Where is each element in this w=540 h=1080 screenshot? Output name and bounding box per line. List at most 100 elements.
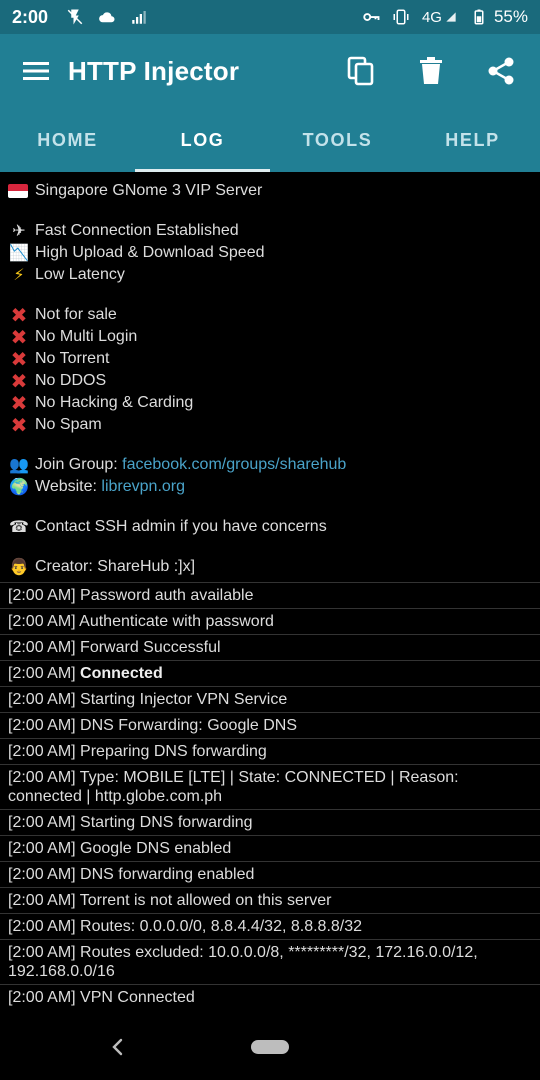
banner-server-name: Singapore GNome 3 VIP Server [35, 182, 263, 199]
banner-rule-text: No Hacking & Carding [35, 394, 194, 411]
log-time: [2:00 AM] [8, 665, 76, 682]
log-time: [2:00 AM] [8, 944, 76, 961]
battery-icon [474, 9, 484, 25]
log-entry: [2:00 AM] Google DNS enabled [0, 835, 540, 861]
banner-rule: ✖ Not for sale [8, 304, 532, 326]
battery-percent: 55% [493, 7, 528, 26]
tab-log[interactable]: LOG [135, 108, 270, 172]
log-entry: [2:00 AM] Routes: 0.0.0.0/0, 8.8.4.4/32,… [0, 913, 540, 939]
no-charging-icon [67, 9, 83, 25]
banner-rule-text: No DDOS [35, 372, 107, 389]
log-entry: [2:00 AM] Connected [0, 660, 540, 686]
network-4g-icon [446, 12, 456, 22]
system-nav-bar [0, 1017, 540, 1080]
airplane-icon: ✈ [12, 221, 26, 240]
vpn-key-icon [363, 13, 380, 21]
banner-feature-text: High Upload & Download Speed [35, 244, 265, 261]
banner-feature-text: Low Latency [35, 266, 125, 283]
website-label: Website: [35, 478, 102, 495]
log-text: DNS Forwarding: Google DNS [80, 717, 298, 734]
log-entry: [2:00 AM] Starting DNS forwarding [0, 809, 540, 835]
join-group-label: Join Group: [35, 456, 123, 473]
contact-text: Contact SSH admin if you have concerns [35, 518, 327, 535]
copy-button[interactable] [346, 56, 376, 86]
log-text: Password auth available [80, 587, 254, 604]
tab-help[interactable]: HELP [405, 108, 540, 172]
creator-text: Creator: ShareHub :]x] [35, 558, 196, 575]
log-text: VPN Connected [80, 989, 195, 1006]
menu-button[interactable] [22, 56, 52, 86]
share-button[interactable] [486, 56, 516, 86]
log-time: [2:00 AM] [8, 814, 76, 831]
cloud-icon [99, 12, 115, 23]
log-entry: [2:00 AM] Routes excluded: 10.0.0.0/8, *… [0, 939, 540, 984]
log-time: [2:00 AM] [8, 639, 76, 656]
log-time: [2:00 AM] [8, 866, 76, 883]
log-text: Starting DNS forwarding [80, 814, 253, 831]
back-icon[interactable] [106, 1035, 130, 1059]
log-text: DNS forwarding enabled [80, 866, 255, 883]
vibrate-icon [393, 9, 409, 25]
join-group-link[interactable]: facebook.com/groups/sharehub [122, 454, 346, 476]
network-type: 4G [421, 8, 442, 26]
cross-icon: ✖ [10, 369, 28, 393]
log-entry: [2:00 AM] DNS Forwarding: Google DNS [0, 712, 540, 738]
log-time: [2:00 AM] [8, 613, 76, 630]
log-time: [2:00 AM] [8, 717, 76, 734]
log-text: Google DNS enabled [80, 840, 232, 857]
log-text: Starting Injector VPN Service [80, 691, 288, 708]
cross-icon: ✖ [10, 391, 28, 415]
cross-icon: ✖ [10, 303, 28, 327]
delete-icon [420, 57, 442, 84]
log-time: [2:00 AM] [8, 769, 76, 786]
log-time: [2:00 AM] [8, 587, 76, 604]
banner-rule-text: No Torrent [35, 350, 110, 367]
copy-icon [347, 56, 374, 86]
status-time: 2:00 [12, 6, 49, 27]
log-time: [2:00 AM] [8, 840, 76, 857]
log-list: [2:00 AM] Password auth available [2:00 … [0, 582, 540, 1010]
banner-rule: ✖ No Spam [8, 414, 532, 436]
log-text: Routes: 0.0.0.0/0, 8.8.4.4/32, 8.8.8.8/3… [80, 918, 363, 935]
website-link[interactable]: librevpn.org [101, 476, 185, 498]
log-entry: [2:00 AM] Torrent is not allowed on this… [0, 887, 540, 913]
cross-icon: ✖ [10, 413, 28, 437]
log-entry: [2:00 AM] Type: MOBILE [LTE] | State: CO… [0, 764, 540, 809]
log-entry: [2:00 AM] VPN Connected [0, 984, 540, 1010]
cross-icon: ✖ [10, 325, 28, 349]
chart-icon: 📉 [9, 243, 29, 262]
tab-home[interactable]: HOME [0, 108, 135, 172]
log-text: Torrent is not allowed on this server [79, 892, 332, 909]
log-entry: [2:00 AM] Forward Successful [0, 634, 540, 660]
banner-rule: ✖ No Multi Login [8, 326, 532, 348]
banner-feature: ✈ Fast Connection Established [8, 220, 532, 242]
app-bar: HTTP Injector [0, 34, 540, 108]
log-entry: [2:00 AM] Authenticate with password [0, 608, 540, 634]
banner-rule-text: Not for sale [35, 306, 117, 323]
log-time: [2:00 AM] [8, 989, 76, 1006]
log-text: Type: MOBILE [LTE] | State: CONNECTED | … [8, 769, 459, 805]
server-banner: Singapore GNome 3 VIP Server ✈ Fast Conne… [0, 172, 540, 582]
banner-feature: ⚡ Low Latency [8, 264, 532, 286]
banner-feature: 📉 High Upload & Download Speed [8, 242, 532, 264]
app-title: HTTP Injector [68, 55, 240, 86]
log-entry: [2:00 AM] DNS forwarding enabled [0, 861, 540, 887]
log-entry: [2:00 AM] Password auth available [0, 582, 540, 608]
log-entry: [2:00 AM] Preparing DNS forwarding [0, 738, 540, 764]
delete-button[interactable] [416, 56, 446, 86]
banner-rule: ✖ No DDOS [8, 370, 532, 392]
log-time: [2:00 AM] [8, 918, 76, 935]
log-panel[interactable]: Singapore GNome 3 VIP Server ✈ Fast Conne… [0, 172, 540, 1017]
telephone-icon: ☎ [9, 517, 29, 536]
tab-tools[interactable]: TOOLS [270, 108, 405, 172]
menu-icon [23, 62, 49, 80]
lightning-icon: ⚡ [13, 265, 25, 284]
home-pill-button[interactable] [251, 1040, 289, 1054]
log-text: Preparing DNS forwarding [80, 743, 267, 760]
cross-icon: ✖ [10, 347, 28, 371]
person-icon: 👨 [9, 557, 29, 576]
banner-join-group: 👥 Join Group: facebook.com/groups/shareh… [8, 454, 532, 476]
banner-creator: 👨 Creator: ShareHub :]x] [8, 556, 532, 578]
tab-bar: HOME LOG TOOLS HELP [0, 108, 540, 172]
log-time: [2:00 AM] [8, 743, 76, 760]
